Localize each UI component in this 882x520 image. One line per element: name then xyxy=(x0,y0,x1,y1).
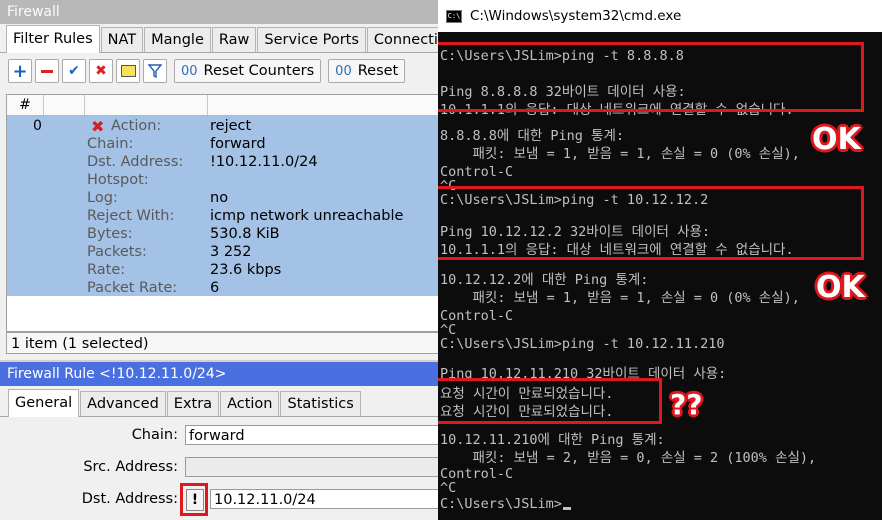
src-address-field[interactable] xyxy=(185,457,440,477)
filter-button[interactable] xyxy=(143,59,167,83)
cmd-titlebar: C:\ C:\Windows\system32\cmd.exe xyxy=(438,0,882,32)
rule-properties: Action: reject Chain: forward Dst. Address… xyxy=(87,117,403,297)
prop-value: 530.8 KiB xyxy=(210,226,280,242)
src-address-label: Src. Address: xyxy=(83,459,178,475)
highlight-box-ping-2 xyxy=(438,186,864,260)
rules-table: # 0 ✖ Action: reject Chain: forward Dst. A… xyxy=(6,94,440,332)
tab-connections[interactable]: Connecti xyxy=(366,27,440,52)
disable-button[interactable]: ✖ xyxy=(89,59,113,83)
prompt-text: C:\Users\JSLim> xyxy=(440,496,562,512)
prop-value: !10.12.11.0/24 xyxy=(210,154,318,170)
prop-value: icmp network unreachable xyxy=(210,208,404,224)
prop-key: Bytes: xyxy=(87,226,133,242)
ok-annotation: OK xyxy=(816,270,865,305)
tab-action[interactable]: Action xyxy=(220,391,280,416)
firewall-window: Firewall Filter Rules NAT Mangle Raw Ser… xyxy=(0,0,440,360)
reset-all-counters-button[interactable]: 00 Reset xyxy=(328,59,406,83)
ok-annotation: OK xyxy=(812,122,861,157)
prop-key: Packet Rate: xyxy=(87,280,178,296)
prop-key: Reject With: xyxy=(87,208,175,224)
firewall-tab-bar: Filter Rules NAT Mangle Raw Service Port… xyxy=(0,24,440,53)
minus-icon xyxy=(41,69,53,73)
console-line: C:\Users\JSLim> xyxy=(440,495,571,513)
firewall-rule-window: Firewall Rule <!10.12.11.0/24> General A… xyxy=(0,362,440,520)
funnel-icon xyxy=(148,64,162,78)
reset-counters-button[interactable]: 00 Reset Counters xyxy=(174,59,322,83)
tab-mangle[interactable]: Mangle xyxy=(144,27,211,52)
prop-key: Log: xyxy=(87,190,118,206)
prop-key: Rate: xyxy=(87,262,126,278)
firewall-window-title: Firewall xyxy=(0,0,440,24)
chain-row: Chain: forward xyxy=(0,425,440,447)
table-header: # xyxy=(7,95,440,116)
reset-icon: 00 xyxy=(335,63,352,79)
remove-button[interactable] xyxy=(35,59,59,83)
cmd-window: C:\ C:\Windows\system32\cmd.exe C:\Users… xyxy=(438,0,882,520)
highlight-box-ping-1 xyxy=(438,42,864,112)
chain-label: Chain: xyxy=(131,427,178,443)
tab-nat[interactable]: NAT xyxy=(100,27,144,52)
console-line: C:\Users\JSLim>ping -t 10.12.11.210 xyxy=(440,336,725,352)
src-address-row: Src. Address: xyxy=(0,457,440,479)
cmd-icon: C:\ xyxy=(446,9,462,23)
column-values[interactable] xyxy=(208,95,440,115)
reset-all-label: Reset xyxy=(357,63,399,79)
prop-key: Packets: xyxy=(87,244,147,260)
prop-value: no xyxy=(210,190,229,206)
checkmark-icon: ✔ xyxy=(68,63,80,79)
reset-icon: 00 xyxy=(181,63,198,79)
tab-filter-rules[interactable]: Filter Rules xyxy=(6,25,100,53)
console-line: 패킷: 보냄 = 1, 받음 = 1, 손실 = 0 (0% 손실), xyxy=(440,146,800,162)
console-line: 8.8.8.8에 대한 Ping 통계: xyxy=(440,128,625,144)
prop-key: Action: xyxy=(111,118,162,134)
console-line: 패킷: 보냄 = 1, 받음 = 1, 손실 = 0 (0% 손실), xyxy=(440,290,800,306)
table-row[interactable]: 0 ✖ Action: reject Chain: forward Dst. Add… xyxy=(7,116,440,296)
text-cursor xyxy=(562,507,571,510)
prop-value: 3 252 xyxy=(210,244,252,260)
invert-highlight-box xyxy=(180,483,208,516)
dst-address-label: Dst. Address: xyxy=(81,491,178,507)
question-annotation: ?? xyxy=(670,388,703,421)
rule-tab-bar: General Advanced Extra Action Statistics xyxy=(0,386,440,417)
enable-button[interactable]: ✔ xyxy=(62,59,86,83)
prop-key: Chain: xyxy=(87,136,134,152)
dst-address-field[interactable]: 10.12.11.0/24 xyxy=(210,489,440,509)
console-line: 10.12.11.210에 대한 Ping 통계: xyxy=(440,432,665,448)
tab-statistics[interactable]: Statistics xyxy=(280,391,361,416)
row-number: 0 xyxy=(33,118,42,134)
tab-service-ports[interactable]: Service Ports xyxy=(257,27,366,52)
prop-value: reject xyxy=(210,118,252,134)
cmd-title: C:\Windows\system32\cmd.exe xyxy=(470,8,682,24)
dst-address-row: Dst. Address: ! 10.12.11.0/24 xyxy=(0,489,440,511)
column-flags[interactable] xyxy=(44,95,85,115)
note-icon xyxy=(120,65,136,77)
column-number[interactable]: # xyxy=(7,95,44,115)
tab-advanced[interactable]: Advanced xyxy=(80,391,166,416)
prop-value: forward xyxy=(210,136,266,152)
highlight-box-timeout xyxy=(438,378,662,424)
tab-general[interactable]: General xyxy=(8,389,80,417)
prop-key: Dst. Address: xyxy=(87,154,184,170)
chain-field[interactable]: forward xyxy=(185,425,440,445)
status-bar: 1 item (1 selected) xyxy=(6,332,440,354)
console-line: 10.12.12.2에 대한 Ping 통계: xyxy=(440,272,649,288)
firewall-toolbar: + ✔ ✖ 00 Reset Counters 00 Reset xyxy=(0,53,440,89)
tab-extra[interactable]: Extra xyxy=(166,391,220,416)
rule-window-title: Firewall Rule <!10.12.11.0/24> xyxy=(0,362,440,386)
comment-button[interactable] xyxy=(116,59,140,83)
tab-raw[interactable]: Raw xyxy=(211,27,257,52)
reset-counters-label: Reset Counters xyxy=(203,63,315,79)
prop-value: 23.6 kbps xyxy=(210,262,282,278)
prop-key: Hotspot: xyxy=(87,172,149,188)
x-icon: ✖ xyxy=(95,63,107,79)
add-button[interactable]: + xyxy=(8,59,32,83)
column-properties[interactable] xyxy=(85,95,208,115)
plus-icon: + xyxy=(12,60,28,82)
prop-value: 6 xyxy=(210,280,220,296)
